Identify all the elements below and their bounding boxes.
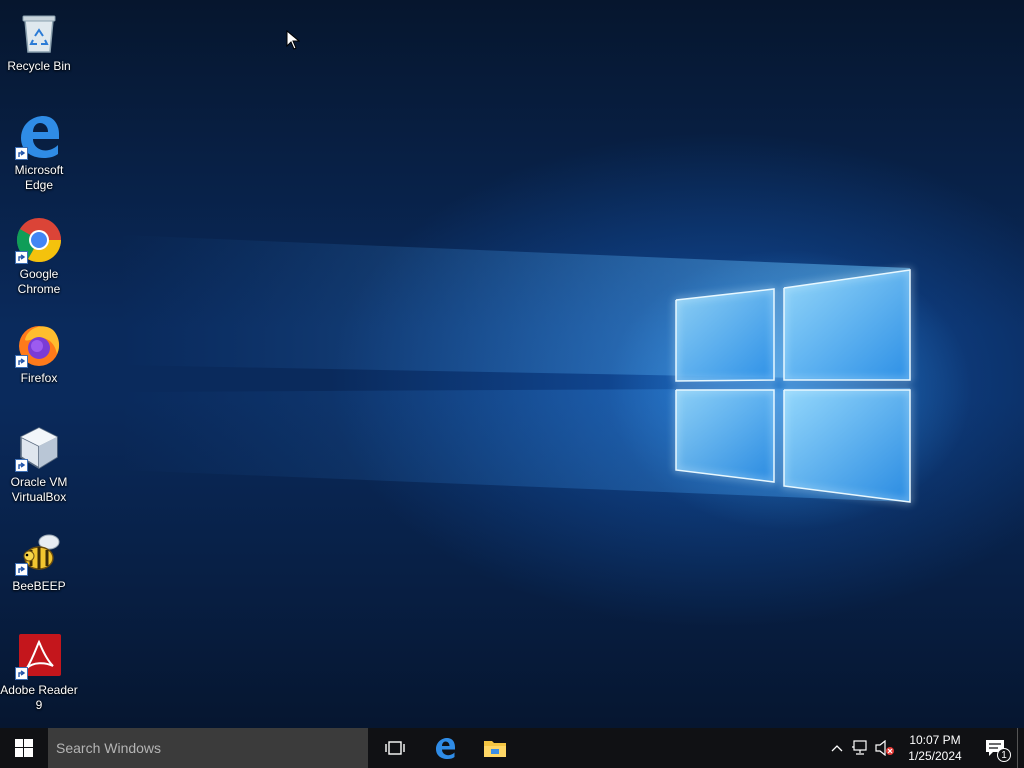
mouse-cursor-icon bbox=[286, 30, 300, 50]
shortcut-arrow-icon bbox=[15, 355, 28, 368]
system-tray: 10:07 PM 1/25/2024 1 bbox=[825, 728, 1024, 768]
desktop: Recycle Bin Microsoft Edge Google Chrome… bbox=[0, 0, 1024, 728]
taskbar-file-explorer-button[interactable] bbox=[470, 728, 520, 768]
clock-time: 10:07 PM bbox=[909, 733, 961, 747]
desktop-icon-adobe-reader[interactable]: Adobe Reader 9 bbox=[0, 632, 78, 713]
desktop-icon-label: BeeBEEP bbox=[12, 579, 66, 593]
shortcut-arrow-icon bbox=[15, 251, 28, 264]
network-button[interactable] bbox=[849, 728, 873, 768]
virtualbox-icon bbox=[15, 424, 63, 472]
chrome-icon bbox=[15, 216, 63, 264]
shortcut-arrow-icon bbox=[15, 147, 28, 160]
search-placeholder: Search Windows bbox=[56, 740, 162, 756]
task-view-button[interactable] bbox=[370, 728, 420, 768]
network-icon bbox=[852, 740, 867, 755]
desktop-icon-firefox[interactable]: Firefox bbox=[0, 320, 78, 386]
windows-logo-icon bbox=[15, 739, 33, 757]
windows-wallpaper bbox=[120, 235, 911, 504]
shortcut-arrow-icon bbox=[15, 563, 28, 576]
start-button[interactable] bbox=[0, 728, 48, 768]
desktop-icon-google-chrome[interactable]: Google Chrome bbox=[0, 216, 78, 297]
desktop-icon-label: Firefox bbox=[20, 371, 58, 385]
firefox-icon bbox=[15, 320, 63, 368]
desktop-icon-label: Microsoft Edge bbox=[14, 163, 64, 192]
desktop-icon-label: Adobe Reader 9 bbox=[0, 683, 78, 712]
adobe-reader-icon bbox=[15, 632, 63, 680]
desktop-icon-label: Oracle VM VirtualBox bbox=[10, 475, 68, 504]
beebeep-icon bbox=[15, 528, 63, 576]
clock-date: 1/25/2024 bbox=[908, 749, 962, 763]
show-hidden-icons-button[interactable] bbox=[825, 728, 849, 768]
search-input[interactable]: Search Windows bbox=[48, 728, 368, 768]
recycle-bin-icon bbox=[15, 8, 63, 56]
desktop-icon-virtualbox[interactable]: Oracle VM VirtualBox bbox=[0, 424, 78, 505]
desktop-icon-recycle-bin[interactable]: Recycle Bin bbox=[0, 8, 78, 74]
taskbar-edge-button[interactable] bbox=[420, 728, 470, 768]
desktop-icon-beebeep[interactable]: BeeBEEP bbox=[0, 528, 78, 594]
shortcut-arrow-icon bbox=[15, 459, 28, 472]
action-center-button[interactable]: 1 bbox=[973, 728, 1017, 768]
volume-button[interactable] bbox=[873, 728, 897, 768]
edge-icon bbox=[436, 738, 455, 759]
taskbar: Search Windows 10:07 PM 1/25/2024 1 bbox=[0, 728, 1024, 768]
chevron-up-icon bbox=[831, 745, 843, 752]
desktop-icon-microsoft-edge[interactable]: Microsoft Edge bbox=[0, 112, 78, 193]
file-explorer-icon bbox=[484, 741, 506, 757]
shortcut-arrow-icon bbox=[15, 667, 28, 680]
desktop-icon-label: Recycle Bin bbox=[7, 59, 71, 73]
task-view-icon bbox=[385, 741, 405, 755]
notification-count-badge: 1 bbox=[997, 748, 1011, 762]
show-desktop-button[interactable] bbox=[1017, 728, 1024, 768]
clock[interactable]: 10:07 PM 1/25/2024 bbox=[903, 732, 967, 764]
edge-icon bbox=[15, 112, 63, 160]
volume-muted-icon bbox=[875, 740, 894, 756]
desktop-icon-label: Google Chrome bbox=[17, 267, 61, 296]
